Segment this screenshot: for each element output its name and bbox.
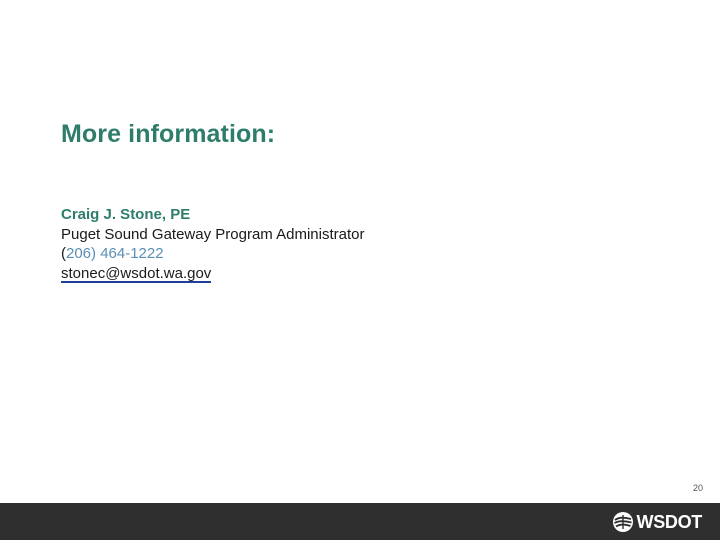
contact-phone-number: 206) 464-1222 (66, 245, 164, 262)
page-number: 20 (692, 483, 703, 493)
footer-bar: WSDOT (0, 503, 720, 540)
wsdot-logo-text: WSDOT (636, 512, 703, 532)
contact-title: Puget Sound Gateway Program Administrato… (61, 225, 365, 243)
wsdot-swoosh-icon (612, 512, 633, 532)
slide: More information: Craig J. Stone, PE Pug… (0, 0, 720, 540)
contact-email-link[interactable]: stonec@wsdot.wa.gov (61, 266, 212, 283)
contact-block: Craig J. Stone, PE Puget Sound Gateway P… (61, 205, 365, 283)
contact-phone: (206) 464-1222 (61, 244, 365, 264)
contact-name: Craig J. Stone, PE (61, 206, 191, 223)
slide-heading: More information: (61, 120, 276, 148)
wsdot-logo: WSDOT (612, 511, 703, 533)
